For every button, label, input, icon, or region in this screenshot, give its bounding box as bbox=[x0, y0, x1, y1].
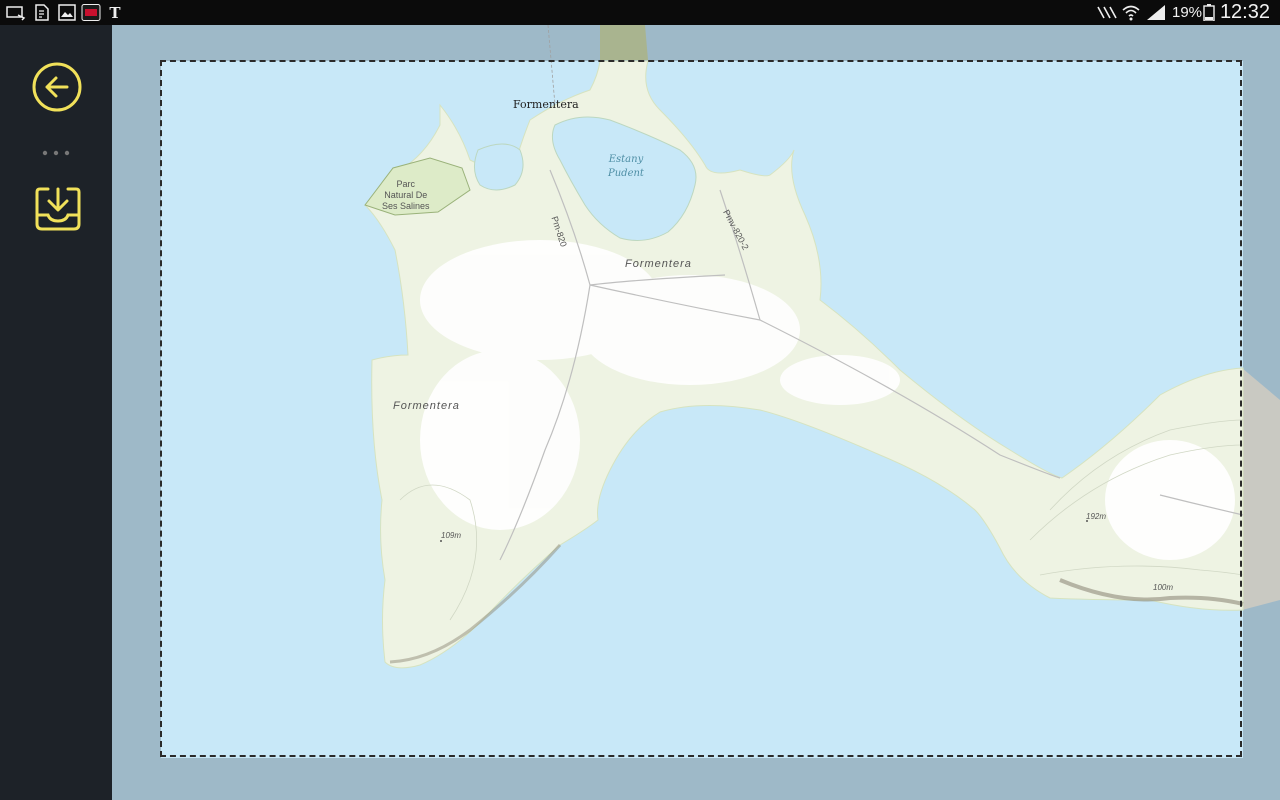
svg-text:T: T bbox=[109, 4, 121, 21]
wifi-icon bbox=[1122, 5, 1140, 21]
download-tray-icon bbox=[35, 187, 81, 231]
news-app-icon bbox=[81, 4, 101, 21]
battery-percent: 19% bbox=[1172, 4, 1203, 21]
label-town-north: Formentera bbox=[513, 98, 579, 111]
sidebar bbox=[0, 25, 112, 800]
status-bar: T 19% 12:32 bbox=[0, 0, 1280, 25]
more-dots-icon bbox=[42, 150, 70, 156]
nfc-icon bbox=[1097, 6, 1117, 19]
map-canvas[interactable] bbox=[112, 25, 1280, 800]
elev-point-west bbox=[440, 540, 442, 542]
label-elevation-east: 192m bbox=[1086, 512, 1107, 521]
label-island-west: Formentera bbox=[393, 400, 460, 412]
label-elevation-west: 109m bbox=[441, 531, 462, 540]
battery-icon bbox=[1203, 4, 1215, 21]
nyt-icon: T bbox=[109, 4, 121, 21]
land-outside-right bbox=[1242, 368, 1280, 610]
label-island-center: Formentera bbox=[625, 258, 692, 270]
label-park: Parc Natural De Ses Salines bbox=[382, 179, 430, 211]
signal-icon bbox=[1147, 5, 1165, 20]
map-view[interactable]: Formentera Estany Pudent Parc Natural De… bbox=[112, 25, 1280, 800]
back-button[interactable] bbox=[31, 61, 83, 113]
label-contour-100m: 100m bbox=[1153, 583, 1174, 592]
download-button[interactable] bbox=[34, 185, 82, 233]
sim-card-icon bbox=[35, 4, 49, 21]
cast-icon bbox=[6, 6, 26, 21]
arrow-left-circle-icon bbox=[32, 62, 82, 112]
clock: 12:32 bbox=[1219, 1, 1270, 23]
lagoon-west bbox=[474, 143, 524, 191]
label-lagoon: Estany Pudent bbox=[608, 154, 644, 179]
gallery-icon bbox=[58, 4, 76, 21]
more-button[interactable] bbox=[40, 145, 72, 156]
land-outside-top bbox=[600, 25, 648, 60]
